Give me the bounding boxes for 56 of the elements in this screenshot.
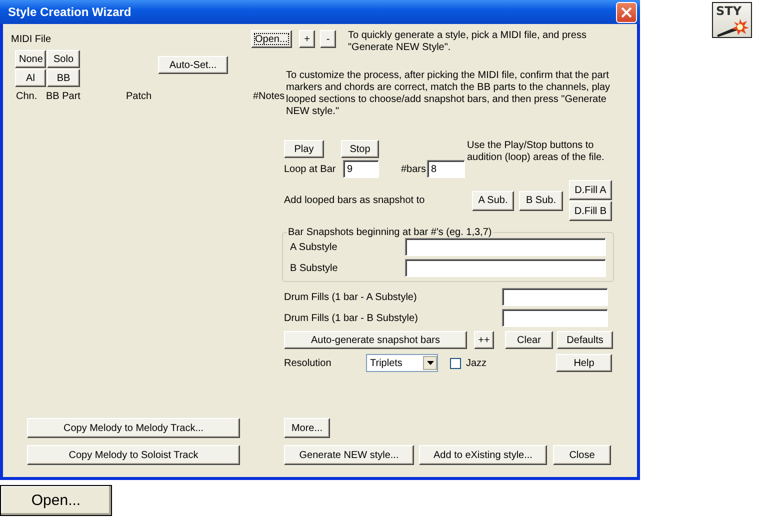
add-button[interactable]: + bbox=[299, 30, 315, 48]
open-button[interactable]: Open... bbox=[251, 30, 292, 48]
drum-fills-label: Drum Fills (1 bar - A Substyle) bbox=[284, 292, 418, 302]
stop-button[interactable]: Stop bbox=[341, 140, 379, 158]
remove-button[interactable]: - bbox=[320, 30, 336, 48]
filter-button[interactable]: Al bbox=[15, 69, 46, 87]
open-button[interactable]: Open... bbox=[0, 485, 112, 516]
play-button[interactable]: Play bbox=[284, 140, 324, 158]
plus-plus-button[interactable]: ++ bbox=[474, 331, 494, 349]
quick-hint: To quickly generate a style, pick a MIDI file, and press "Generate NEW Style". bbox=[348, 30, 588, 54]
playback-hint: Use the Play/Stop buttons to audition (loop) areas of the file. bbox=[467, 140, 606, 164]
customize-hint: To customize the process, after picking the MIDI file, confirm that the part markers and chords are correct, match the BB parts to the channels, play looped sections to choose/add snapshot bars, and then press "Generate NEW style." bbox=[286, 70, 612, 118]
drum-fill-button[interactable]: D.Fill B bbox=[569, 201, 612, 221]
substyle-button[interactable]: A Sub. bbox=[472, 190, 514, 210]
resolution-label: Resolution bbox=[284, 358, 332, 368]
close-dialog-button[interactable]: Close bbox=[553, 445, 611, 465]
substyle-label: B Substyle bbox=[290, 262, 339, 274]
auto-generate-button[interactable]: Auto-generate snapshot bars bbox=[284, 331, 467, 349]
copy-melody-button[interactable]: Copy Melody to Melody Track... bbox=[27, 418, 240, 438]
clear-button[interactable]: Clear bbox=[505, 331, 553, 349]
column-header: Chn. bbox=[16, 91, 38, 102]
loop-bar-field[interactable]: 9 bbox=[343, 160, 379, 178]
copy-melody-button[interactable]: Copy Melody to Soloist Track bbox=[27, 445, 240, 465]
drum-fills-label: Drum Fills (1 bar - B Substyle) bbox=[284, 312, 419, 324]
group-legend: Bar Snapshots beginning at bar #'s (eg. 1,3,7) bbox=[287, 227, 493, 238]
substyle-button[interactable]: B Sub. bbox=[519, 190, 563, 210]
snapshot-label: Add looped bars as snapshot to bbox=[284, 195, 426, 206]
close-icon bbox=[621, 6, 632, 18]
bars-label: #bars bbox=[401, 164, 427, 174]
drum-fills-field[interactable] bbox=[502, 288, 608, 306]
resolution-dropdown[interactable]: Triplets bbox=[366, 354, 438, 372]
substyle-field[interactable] bbox=[405, 238, 606, 256]
auto-set-button[interactable]: Auto-Set... bbox=[158, 56, 228, 74]
column-header: Patch bbox=[126, 91, 153, 102]
add-to-style-button[interactable]: Add to eXisting style... bbox=[419, 445, 547, 465]
section-label: MIDI File bbox=[11, 34, 52, 44]
filter-button[interactable]: BB bbox=[47, 69, 80, 87]
close-button[interactable] bbox=[616, 2, 637, 22]
help-button[interactable]: Help bbox=[556, 354, 612, 372]
filter-button[interactable]: None bbox=[15, 50, 46, 68]
jazz-label: Jazz bbox=[466, 358, 488, 368]
column-header: #Notes bbox=[253, 91, 285, 102]
bars-field[interactable]: 8 bbox=[427, 160, 465, 178]
column-header: BB Part bbox=[46, 91, 82, 102]
more-button[interactable]: More... bbox=[284, 418, 330, 438]
drum-fill-button[interactable]: D.Fill A bbox=[569, 180, 612, 200]
substyle-field[interactable] bbox=[405, 259, 606, 277]
generate-style-button[interactable]: Generate NEW style... bbox=[284, 445, 414, 465]
substyle-label: A Substyle bbox=[290, 242, 338, 252]
jazz-checkbox[interactable] bbox=[450, 358, 461, 368]
drum-fills-field[interactable] bbox=[502, 309, 608, 327]
loop-label: Loop at Bar bbox=[284, 164, 337, 174]
defaults-button[interactable]: Defaults bbox=[557, 331, 613, 349]
window-title: Style Creation Wizard bbox=[8, 5, 132, 19]
style-wizard-icon[interactable]: STY bbox=[712, 2, 752, 38]
filter-button[interactable]: Solo bbox=[47, 50, 80, 68]
